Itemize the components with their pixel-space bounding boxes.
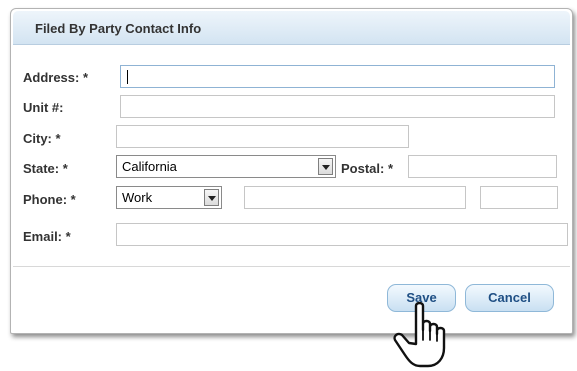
unit-label: Unit #: [23, 100, 64, 115]
unit-input[interactable] [120, 95, 555, 118]
phone-number-input[interactable] [244, 186, 466, 209]
city-label: City: * [23, 131, 61, 146]
phone-type-value: Work [122, 190, 153, 205]
panel-header: Filed By Party Contact Info [13, 11, 570, 45]
phone-type-select[interactable]: Work [116, 186, 222, 209]
panel-title: Filed By Party Contact Info [35, 21, 202, 36]
city-input[interactable] [116, 125, 409, 148]
state-label: State: * [23, 161, 68, 176]
chevron-down-icon[interactable] [204, 189, 219, 206]
phone-extension-input[interactable] [480, 186, 558, 209]
state-select[interactable]: California [116, 155, 336, 178]
postal-label: Postal: * [341, 161, 394, 176]
text-caret [127, 70, 128, 84]
state-select-value: California [122, 159, 177, 174]
phone-label: Phone: * [23, 192, 76, 207]
address-label: Address: * [23, 70, 89, 85]
address-input[interactable] [120, 65, 555, 88]
cancel-button[interactable]: Cancel [465, 284, 554, 312]
contact-info-dialog: Filed By Party Contact Info Address: * U… [10, 8, 573, 334]
hand-pointer-icon [393, 301, 446, 368]
postal-input[interactable] [408, 155, 557, 178]
email-label: Email: * [23, 229, 71, 244]
footer-divider [13, 266, 570, 267]
email-input[interactable] [116, 223, 568, 246]
chevron-down-icon[interactable] [318, 158, 333, 175]
